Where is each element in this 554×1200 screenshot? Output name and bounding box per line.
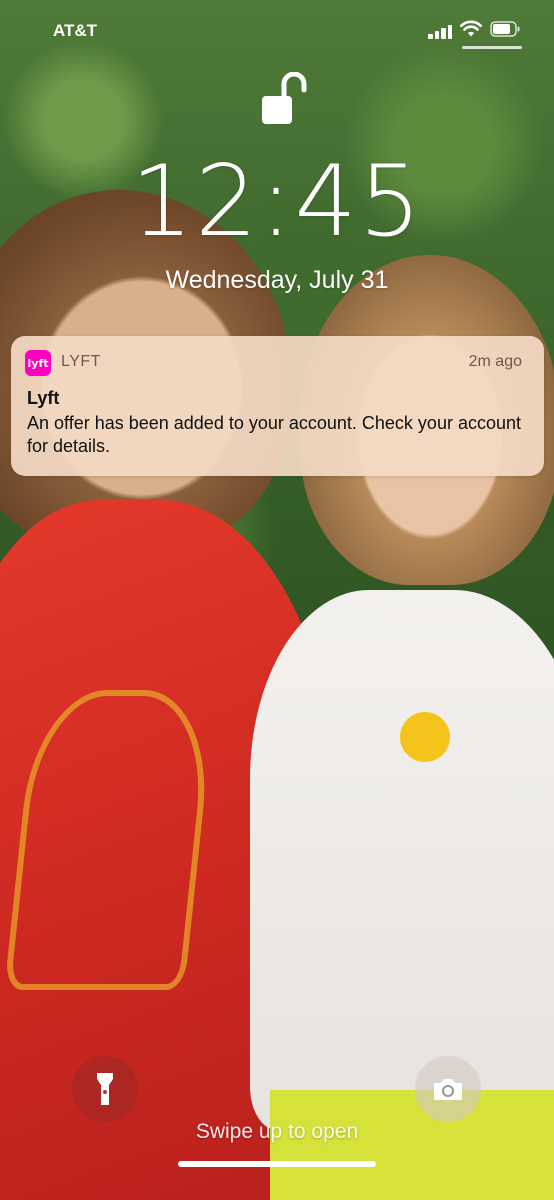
- home-indicator[interactable]: [178, 1161, 376, 1167]
- lyft-notification[interactable]: lyft LYFT 2m ago Lyft An offer has been …: [11, 336, 544, 476]
- wallpaper-white-shirt: [250, 590, 554, 1130]
- lockscreen-date: Wednesday, July 31: [165, 266, 389, 294]
- camera-icon: [434, 1079, 462, 1100]
- cellular-signal-icon: [428, 23, 454, 39]
- camera-button[interactable]: [415, 1056, 481, 1122]
- flashlight-button[interactable]: [72, 1056, 138, 1122]
- flashlight-icon: [97, 1073, 113, 1105]
- status-bar: AT&T: [0, 0, 554, 64]
- carrier-label: AT&T: [53, 21, 98, 40]
- lyft-app-icon: lyft: [25, 350, 51, 376]
- notification-body: An offer has been added to your account.…: [27, 413, 521, 456]
- notification-title: Lyft: [27, 388, 60, 408]
- notification-time: 2m ago: [468, 353, 522, 370]
- lockscreen-time: 12:45: [130, 145, 424, 259]
- unlocked-padlock-icon: [262, 72, 307, 124]
- wallpaper-yellow-pants: [270, 1090, 554, 1200]
- wallpaper-shirt-sun: [400, 712, 450, 762]
- wifi-icon: [460, 20, 482, 37]
- notification-app-name: LYFT: [61, 353, 101, 370]
- battery-icon: [490, 21, 520, 37]
- status-bar-indicator: [462, 46, 522, 49]
- swipe-up-hint: Swipe up to open: [195, 1120, 359, 1143]
